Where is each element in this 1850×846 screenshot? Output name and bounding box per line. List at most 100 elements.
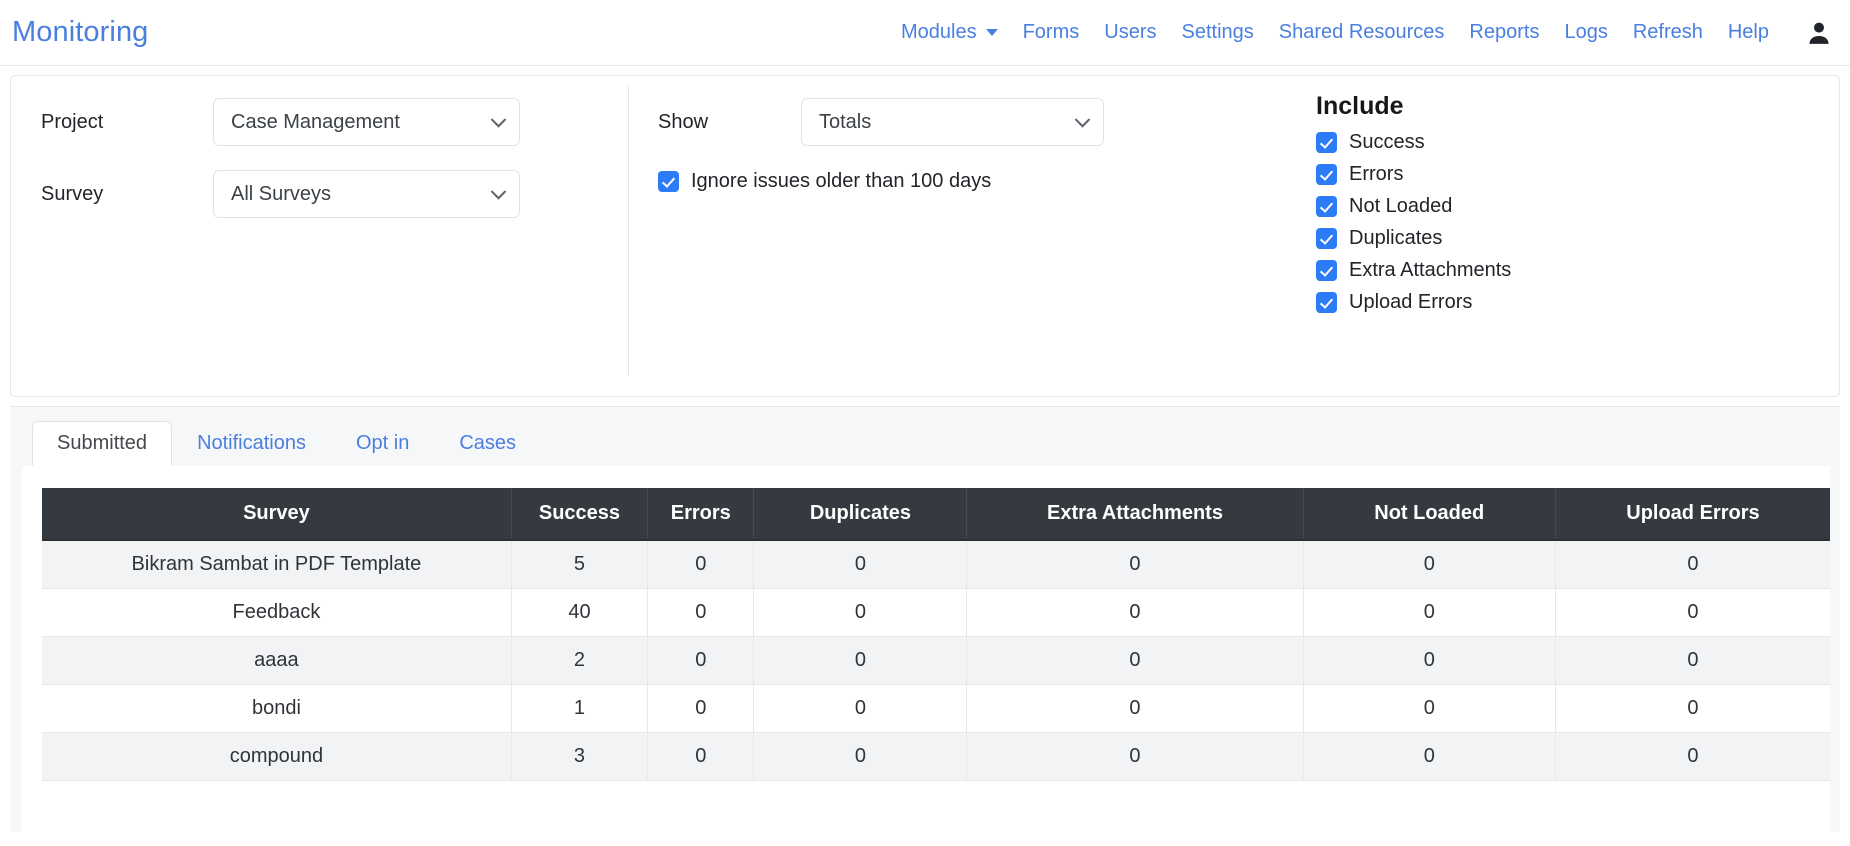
cell-duplicates: 0: [753, 684, 968, 733]
survey-field-row: Survey All Surveys: [41, 170, 628, 218]
cell-not-loaded: 0: [1303, 732, 1556, 781]
cell-errors: 0: [647, 540, 755, 589]
include-option-label: Extra Attachments: [1349, 259, 1512, 281]
checkbox-checked-icon: [658, 171, 679, 192]
include-option-label: Upload Errors: [1349, 291, 1473, 313]
table-body: Bikram Sambat in PDF Template 5 0 0 0 0 …: [42, 540, 1830, 781]
include-option-label: Not Loaded: [1349, 195, 1453, 217]
cell-upload-errors: 0: [1555, 636, 1830, 685]
nav-item-modules[interactable]: Modules: [901, 21, 998, 44]
cell-not-loaded: 0: [1303, 636, 1556, 685]
table-header-row: Survey Success Errors Duplicates Extra A…: [42, 488, 1830, 541]
nav-item-modules-label: Modules: [900, 21, 977, 43]
project-field-row: Project Case Management: [41, 98, 628, 146]
column-header-upload-errors[interactable]: Upload Errors: [1555, 488, 1830, 541]
project-select[interactable]: Case Management: [213, 98, 520, 146]
cell-success: 5: [511, 540, 649, 589]
table-header: Survey Success Errors Duplicates Extra A…: [42, 488, 1830, 541]
include-option-success[interactable]: Success: [1316, 131, 1839, 154]
cell-upload-errors: 0: [1555, 540, 1830, 589]
ignore-old-issues-checkbox[interactable]: Ignore issues older than 100 days: [658, 170, 1268, 193]
checkbox-checked-icon: [1316, 260, 1337, 281]
cell-extra-attachments: 0: [966, 636, 1304, 685]
cell-duplicates: 0: [753, 636, 968, 685]
top-navigation-bar: Monitoring Modules Forms Users Settings …: [0, 0, 1850, 66]
include-option-label: Duplicates: [1349, 227, 1443, 249]
cell-success: 2: [511, 636, 649, 685]
survey-label: Survey: [41, 182, 104, 205]
chevron-down-icon: [985, 29, 998, 36]
cell-success: 40: [511, 588, 649, 637]
nav-item-refresh[interactable]: Refresh: [1633, 21, 1703, 44]
results-panel: Submitted Notifications Opt in Cases Sur…: [10, 406, 1840, 833]
cell-duplicates: 0: [753, 732, 968, 781]
show-field-row: Show Totals: [658, 98, 1268, 146]
tab-submitted[interactable]: Submitted: [32, 421, 173, 466]
cell-duplicates: 0: [753, 588, 968, 637]
tab-cases[interactable]: Cases: [434, 421, 541, 466]
survey-select[interactable]: All Surveys: [213, 170, 520, 218]
include-option-duplicates[interactable]: Duplicates: [1316, 227, 1839, 250]
ignore-old-issues-label: Ignore issues older than 100 days: [691, 170, 992, 192]
column-header-survey[interactable]: Survey: [42, 488, 512, 541]
chevron-down-icon: [1074, 112, 1091, 128]
cell-survey: aaaa: [42, 636, 512, 685]
column-header-not-loaded[interactable]: Not Loaded: [1303, 488, 1556, 541]
table-row[interactable]: compound 3 0 0 0 0 0: [42, 732, 1830, 781]
include-option-extra-attachments[interactable]: Extra Attachments: [1316, 259, 1839, 282]
include-options-list: Success Errors Not Loaded Duplicates Ext…: [1316, 131, 1839, 314]
include-option-not-loaded[interactable]: Not Loaded: [1316, 195, 1839, 218]
cell-errors: 0: [647, 732, 755, 781]
checkbox-checked-icon: [1316, 196, 1337, 217]
nav-item-help[interactable]: Help: [1728, 21, 1769, 44]
nav-item-reports[interactable]: Reports: [1469, 21, 1539, 44]
filter-divider: [628, 86, 629, 376]
cell-success: 1: [511, 684, 649, 733]
chevron-down-icon: [490, 184, 507, 200]
column-header-extra-attachments[interactable]: Extra Attachments: [966, 488, 1304, 541]
cell-survey: Feedback: [42, 588, 512, 637]
checkbox-checked-icon: [1316, 292, 1337, 313]
cell-duplicates: 0: [753, 540, 968, 589]
column-header-success[interactable]: Success: [511, 488, 649, 541]
cell-errors: 0: [647, 588, 755, 637]
table-row[interactable]: Feedback 40 0 0 0 0 0: [42, 588, 1830, 637]
column-header-errors[interactable]: Errors: [647, 488, 755, 541]
cell-extra-attachments: 0: [966, 540, 1304, 589]
tab-bar: Submitted Notifications Opt in Cases: [10, 419, 1840, 466]
cell-upload-errors: 0: [1555, 588, 1830, 637]
include-option-errors[interactable]: Errors: [1316, 163, 1839, 186]
survey-select-value: All Surveys: [231, 182, 332, 205]
checkbox-checked-icon: [1316, 164, 1337, 185]
show-select[interactable]: Totals: [801, 98, 1104, 146]
table-container: Survey Success Errors Duplicates Extra A…: [22, 466, 1830, 833]
user-account-icon[interactable]: [1806, 19, 1832, 47]
table-row[interactable]: aaaa 2 0 0 0 0 0: [42, 636, 1830, 685]
filter-column-include: Include Success Errors Not Loaded Duplic…: [1268, 76, 1839, 396]
include-option-label: Errors: [1349, 163, 1404, 185]
project-label: Project: [41, 110, 104, 133]
nav-item-settings[interactable]: Settings: [1182, 21, 1254, 44]
column-header-duplicates[interactable]: Duplicates: [753, 488, 968, 541]
show-select-value: Totals: [819, 110, 872, 133]
nav-item-users[interactable]: Users: [1104, 21, 1156, 44]
app-brand-title[interactable]: Monitoring: [10, 16, 148, 49]
table-row[interactable]: Bikram Sambat in PDF Template 5 0 0 0 0 …: [42, 540, 1830, 589]
cell-errors: 0: [647, 684, 755, 733]
cell-survey: bondi: [42, 684, 512, 733]
tab-opt-in[interactable]: Opt in: [331, 421, 434, 466]
project-select-value: Case Management: [231, 110, 400, 133]
cell-extra-attachments: 0: [966, 684, 1304, 733]
monitoring-table: Survey Success Errors Duplicates Extra A…: [42, 488, 1830, 781]
show-label: Show: [658, 110, 709, 133]
cell-survey: Bikram Sambat in PDF Template: [42, 540, 512, 589]
table-row[interactable]: bondi 1 0 0 0 0 0: [42, 684, 1830, 733]
cell-success: 3: [511, 732, 649, 781]
nav-item-shared-resources[interactable]: Shared Resources: [1279, 21, 1445, 44]
nav-item-forms[interactable]: Forms: [1023, 21, 1080, 44]
nav-item-logs[interactable]: Logs: [1564, 21, 1607, 44]
cell-upload-errors: 0: [1555, 684, 1830, 733]
include-option-upload-errors[interactable]: Upload Errors: [1316, 291, 1839, 314]
tab-notifications[interactable]: Notifications: [172, 421, 331, 466]
filter-column-project: Project Case Management Survey All Surve…: [11, 76, 628, 396]
